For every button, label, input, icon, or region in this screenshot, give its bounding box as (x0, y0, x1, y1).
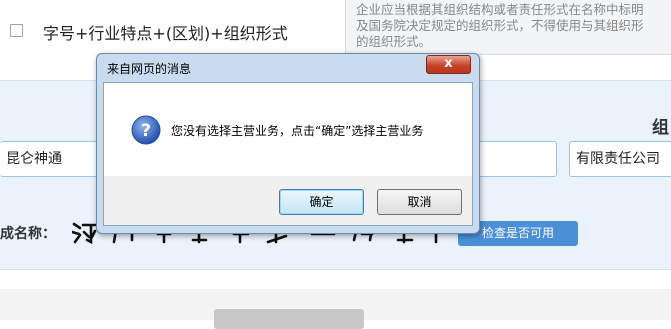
close-icon[interactable]: x (426, 55, 471, 74)
note-panel: 企业应当根据其组织结构或者责任形式在名称中标明 及国务院决定规定的组织形式，不得… (346, 0, 671, 54)
district-input[interactable] (474, 141, 557, 177)
org-form-label: 组 (652, 118, 669, 138)
format-option-label: 字号+行业特点+(区划)+组织形式 (43, 24, 288, 43)
trade-name-input[interactable]: 昆仑神通 (0, 141, 100, 177)
cancel-button[interactable]: 取消 (377, 189, 462, 215)
dialog-title: 来自网页的消息 (107, 62, 192, 76)
alert-dialog: 来自网页的消息 x ? 您没有选择主营业务，点击“确定”选择主营业务 确定 取消 (96, 53, 480, 234)
submit-button[interactable] (214, 309, 364, 329)
dialog-body: ? 您没有选择主营业务，点击“确定”选择主营业务 确定 取消 (103, 82, 473, 226)
ok-button[interactable]: 确定 (279, 189, 364, 215)
full-name-label: 成名称： (0, 226, 56, 242)
org-type-input[interactable]: 有限责任公司 (569, 141, 671, 177)
dialog-message: 您没有选择主营业务，点击“确定”选择主营业务 (171, 124, 424, 138)
dialog-message-area: ? 您没有选择主营业务，点击“确定”选择主营业务 (104, 83, 472, 176)
note-text: 企业应当根据其组织结构或者责任形式在名称中标明 及国务院决定规定的组织形式，不得… (356, 2, 644, 49)
info-question-icon: ? (131, 115, 161, 145)
format-checkbox[interactable] (10, 24, 23, 37)
svg-text:?: ? (141, 121, 151, 141)
